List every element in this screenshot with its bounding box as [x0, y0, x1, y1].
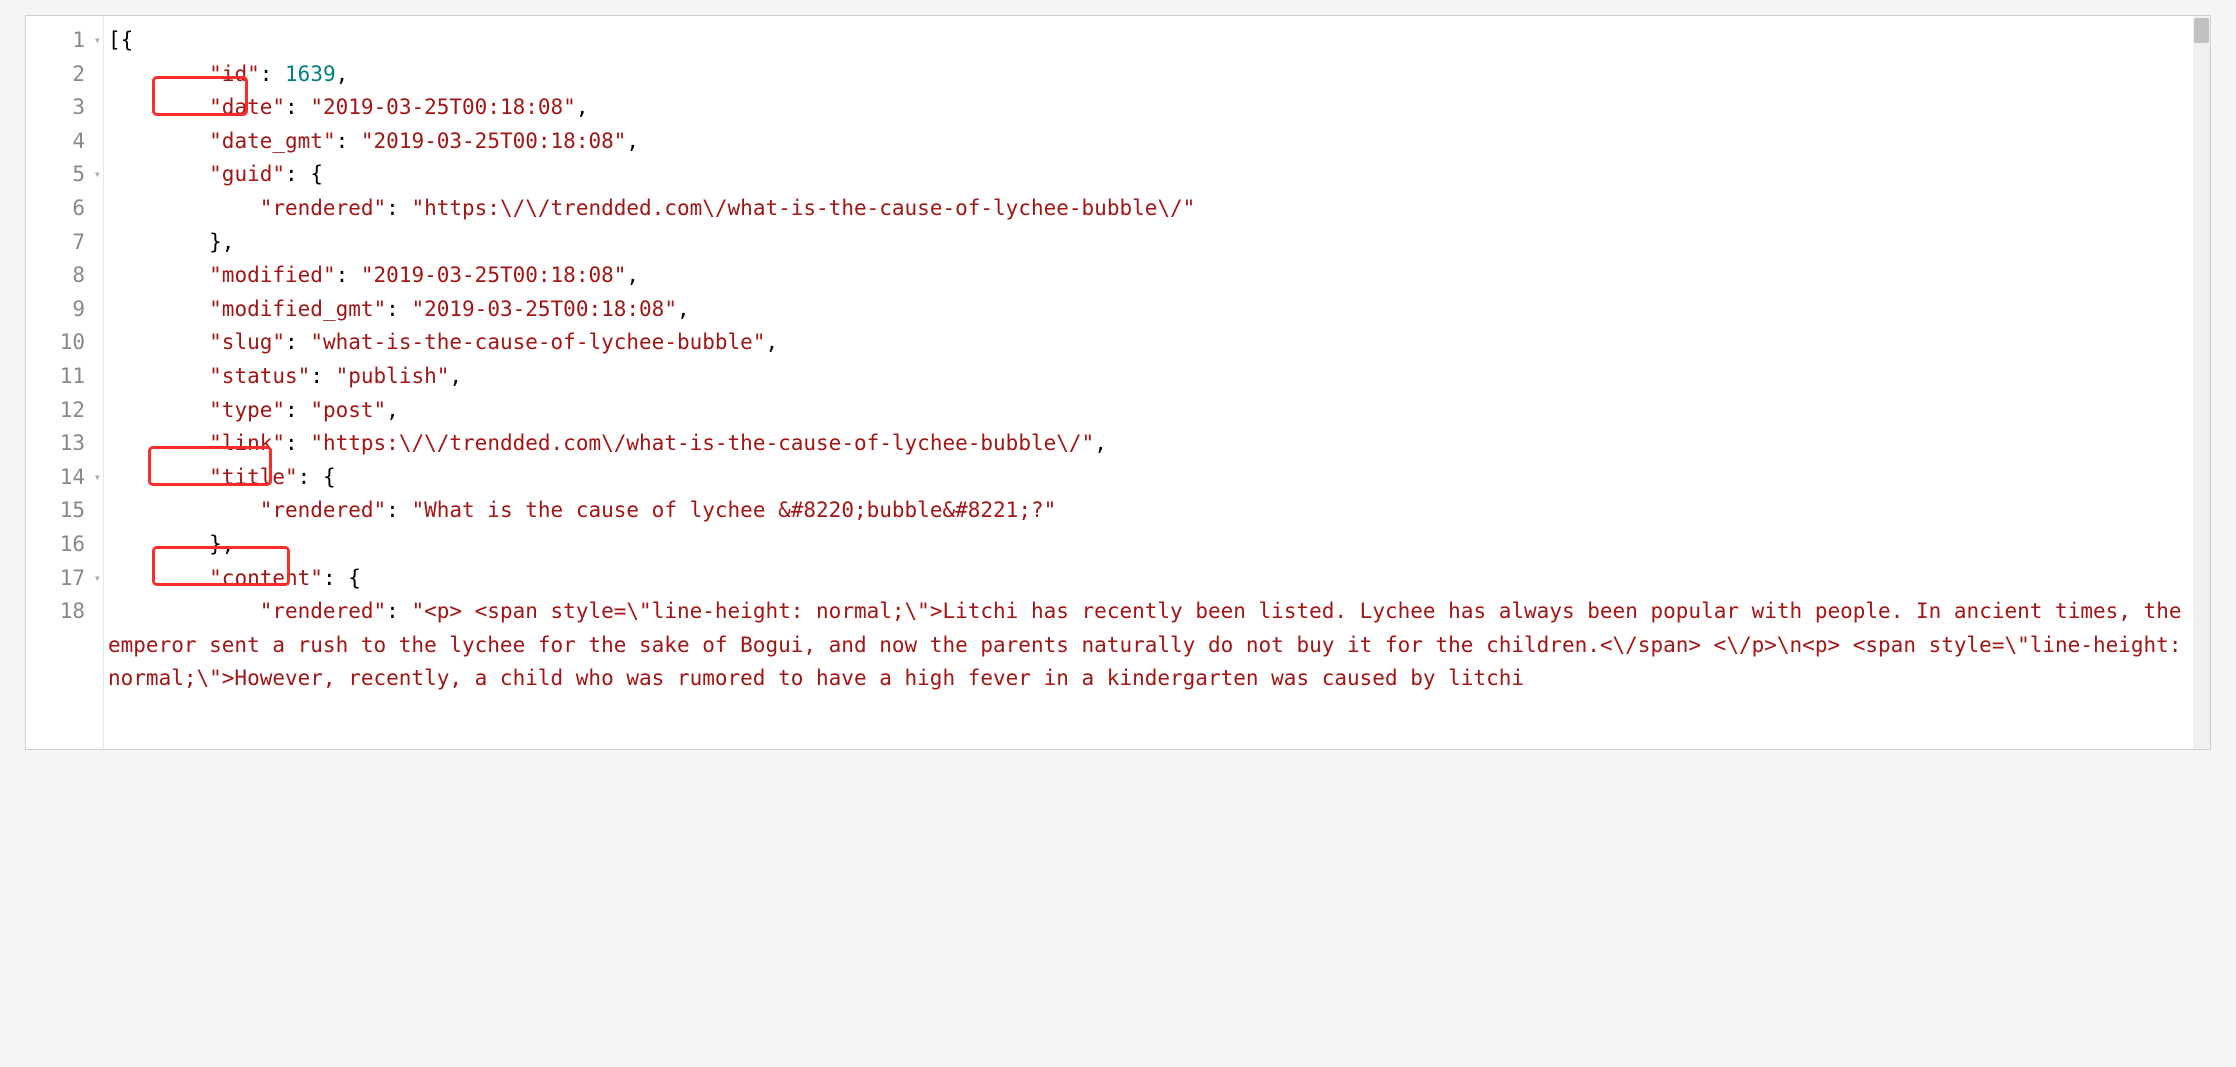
code-content[interactable]: [{ "id": 1639, "date": "2019-03-25T00:18… [104, 16, 2210, 696]
code-line-5: "guid": { [108, 158, 2210, 192]
line-number: 10 [26, 326, 103, 360]
line-number: 5 [26, 158, 103, 192]
code-line-1: [{ [108, 24, 2210, 58]
code-line-18: "rendered": "<p> <span style=\"line-heig… [108, 595, 2210, 696]
line-number: 1 [26, 24, 103, 58]
code-line-16: }, [108, 528, 2210, 562]
code-line-11: "status": "publish", [108, 360, 2210, 394]
line-number: 11 [26, 360, 103, 394]
line-number: 6 [26, 192, 103, 226]
line-number: 17 [26, 562, 103, 596]
code-line-15: "rendered": "What is the cause of lychee… [108, 494, 2210, 528]
json-editor[interactable]: 1 2 3 4 5 6 7 8 9 10 11 12 13 14 15 16 1… [25, 15, 2211, 750]
line-number: 3 [26, 91, 103, 125]
line-number: 14 [26, 461, 103, 495]
code-line-3: "date": "2019-03-25T00:18:08", [108, 91, 2210, 125]
code-line-4: "date_gmt": "2019-03-25T00:18:08", [108, 125, 2210, 159]
code-line-14: "title": { [108, 461, 2210, 495]
code-line-2: "id": 1639, [108, 58, 2210, 92]
line-number: 13 [26, 427, 103, 461]
code-line-17: "content": { [108, 562, 2210, 596]
line-number: 18 [26, 595, 103, 629]
line-number: 15 [26, 494, 103, 528]
line-number: 16 [26, 528, 103, 562]
line-number: 2 [26, 58, 103, 92]
line-number: 12 [26, 394, 103, 428]
line-number: 4 [26, 125, 103, 159]
highlight-title [148, 446, 272, 486]
code-line-9: "modified_gmt": "2019-03-25T00:18:08", [108, 293, 2210, 327]
highlight-date [152, 76, 248, 116]
code-line-10: "slug": "what-is-the-cause-of-lychee-bub… [108, 326, 2210, 360]
line-number: 8 [26, 259, 103, 293]
line-number-gutter: 1 2 3 4 5 6 7 8 9 10 11 12 13 14 15 16 1… [26, 16, 104, 749]
scrollbar-thumb[interactable] [2194, 18, 2209, 43]
code-line-13: "link": "https:\/\/trendded.com\/what-is… [108, 427, 2210, 461]
code-line-8: "modified": "2019-03-25T00:18:08", [108, 259, 2210, 293]
highlight-content [152, 546, 290, 586]
line-number: 9 [26, 293, 103, 327]
code-line-6: "rendered": "https:\/\/trendded.com\/wha… [108, 192, 2210, 226]
code-line-12: "type": "post", [108, 394, 2210, 428]
line-number: 7 [26, 226, 103, 260]
code-line-7: }, [108, 226, 2210, 260]
vertical-scrollbar[interactable] [2193, 16, 2210, 749]
